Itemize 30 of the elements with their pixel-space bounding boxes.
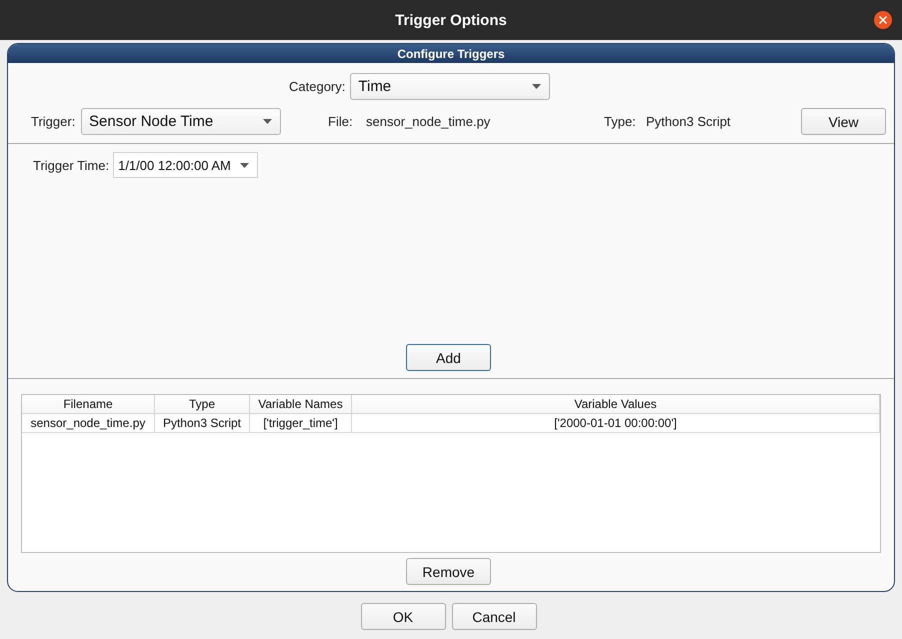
field-label: Type: xyxy=(604,114,636,129)
field-label: Trigger Time: xyxy=(33,158,110,172)
caret-icon xyxy=(263,119,272,124)
trigger-dropdown[interactable]: Sensor Node Time xyxy=(81,108,281,135)
table-cell: ['trigger_time'] xyxy=(250,414,352,433)
datetime-field[interactable]: 1/1/00 12:00:00 AM xyxy=(113,152,258,178)
column-header[interactable]: Filename xyxy=(22,395,155,414)
ok-button[interactable]: OK xyxy=(360,603,446,630)
caret-icon xyxy=(240,162,250,168)
field-label: File: xyxy=(328,114,353,129)
caret-icon xyxy=(532,84,542,89)
add-button[interactable]: Add xyxy=(406,344,491,371)
file-name-text: sensor_node_time.py xyxy=(366,114,490,129)
type-text: Python3 Script xyxy=(646,114,731,129)
column-header[interactable]: Variable Values xyxy=(352,395,880,414)
category-dropdown[interactable]: Time xyxy=(350,73,550,100)
view-button[interactable]: View xyxy=(801,108,886,135)
cancel-button[interactable]: Cancel xyxy=(452,603,536,630)
table-cell: Python3 Script xyxy=(155,414,250,433)
column-header[interactable]: Variable Names xyxy=(250,395,352,414)
table-cell: sensor_node_time.py xyxy=(22,414,155,433)
window-title: Trigger Options xyxy=(395,12,507,28)
column-header[interactable]: Type xyxy=(155,395,250,414)
table-cell: ['2000-01-01 00:00:00'] xyxy=(352,414,880,433)
field-label: Category: xyxy=(289,79,346,94)
field-label: Trigger: xyxy=(31,114,76,129)
remove-button[interactable]: Remove xyxy=(406,558,491,585)
close-button[interactable] xyxy=(874,11,892,29)
close-icon xyxy=(879,16,887,24)
panel-title: Configure Triggers xyxy=(8,44,894,63)
